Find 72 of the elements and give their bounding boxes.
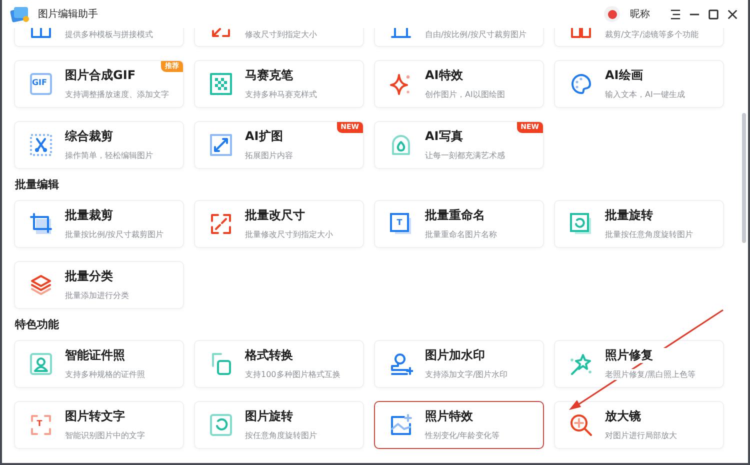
feature-card[interactable]: 批量改尺寸 批量修改尺寸到指定大小 xyxy=(194,200,364,248)
feature-description: 操作简单，轻松编辑图片 xyxy=(65,150,153,161)
feature-description: 批量重命名图片名称 xyxy=(425,229,497,240)
feature-card[interactable]: T 批量重命名 批量重命名图片名称 xyxy=(374,200,544,248)
palette-icon xyxy=(569,72,593,96)
feature-card[interactable]: 照片修复 老照片修复/黑白照上色等 xyxy=(554,340,724,388)
feature-description: 智能识别图片中的文字 xyxy=(65,430,145,441)
layers-icon xyxy=(29,273,53,297)
collage-icon xyxy=(29,28,53,38)
avatar[interactable] xyxy=(604,6,620,22)
scissors-icon xyxy=(29,133,53,157)
feature-description: 输入文本，AI一键生成 xyxy=(605,89,685,100)
feature-card[interactable]: 照片特效 性别变化/年龄变化等 xyxy=(374,401,544,449)
window-title: 图片编辑助手 xyxy=(38,8,98,21)
maximize-icon[interactable] xyxy=(708,8,719,20)
resize-icon xyxy=(209,212,233,236)
close-icon[interactable] xyxy=(727,8,738,20)
feature-description: 对图片进行局部放大 xyxy=(605,430,677,441)
stamp-icon xyxy=(389,352,413,376)
feature-description: 批量按任意角度旋转图片 xyxy=(605,229,693,240)
feature-description: 批量添加进行分类 xyxy=(65,290,129,301)
feature-card[interactable]: AI绘画 输入文本，AI一键生成 xyxy=(554,60,724,108)
feature-description: 提供多种模板与拼接模式 xyxy=(65,29,153,40)
expand-icon xyxy=(209,133,233,157)
section-heading: 批量编辑 xyxy=(15,177,60,192)
feature-description: 支持多种马赛克样式 xyxy=(245,89,317,100)
image-icon xyxy=(389,413,413,437)
feature-card[interactable]: 图片旋转 按任意角度旋转图片 xyxy=(194,401,364,449)
scrollbar[interactable] xyxy=(742,113,746,243)
crop-icon xyxy=(29,212,53,236)
menu-icon[interactable] xyxy=(670,8,681,20)
feature-description: 批量按比例/按尺寸裁剪图片 xyxy=(65,229,164,240)
filter-icon xyxy=(569,28,593,38)
feature-card[interactable]: 放大镜 对图片进行局部放大 xyxy=(554,401,724,449)
resize-icon xyxy=(209,28,233,38)
feature-description: 老照片修复/黑白照上色等 xyxy=(605,369,696,380)
feature-card[interactable]: 综合裁剪 操作简单，轻松编辑图片 xyxy=(14,121,184,169)
rotate-icon xyxy=(569,212,593,236)
person-icon xyxy=(29,352,53,376)
feature-description: 支持多种规格的证件照 xyxy=(65,369,145,380)
feature-description: 性别变化/年龄变化等 xyxy=(425,430,500,441)
feature-description: 支持100多种图片格式互换 xyxy=(245,369,340,380)
feature-description: 支持调整播放速度、添加文字 xyxy=(65,89,169,100)
feature-card[interactable]: AI特效 创作图片，AI以图绘图 xyxy=(374,60,544,108)
feature-description: 裁剪/文字/滤镜等多个功能 xyxy=(605,29,698,40)
feature-description: 自由/按比例/按尺寸裁剪图片 xyxy=(425,29,526,40)
feature-description: 拓展图片内容 xyxy=(245,150,293,161)
feature-card[interactable]: 批量分类 批量添加进行分类 xyxy=(14,261,184,309)
portrait-icon xyxy=(389,133,413,157)
convert-icon xyxy=(209,352,233,376)
section-heading: 特色功能 xyxy=(15,317,60,332)
feature-card[interactable]: T 图片转文字 智能识别图片中的文字 xyxy=(14,401,184,449)
feature-card[interactable]: 马赛克笔 支持多种马赛克样式 xyxy=(194,60,364,108)
feature-description: 支持添加文字/图片水印 xyxy=(425,369,508,380)
feature-description: 批量修改尺寸到指定大小 xyxy=(245,229,333,240)
user-name[interactable]: 昵称 xyxy=(630,7,650,21)
gif-icon: GIF xyxy=(29,72,53,96)
feature-card[interactable]: 批量裁剪 批量按比例/按尺寸裁剪图片 xyxy=(14,200,184,248)
rotate-icon xyxy=(209,413,233,437)
feature-card[interactable]: 格式转换 支持100多种图片格式互换 xyxy=(194,340,364,388)
mosaic-icon xyxy=(209,72,233,96)
feature-card[interactable]: 批量旋转 批量按任意角度旋转图片 xyxy=(554,200,724,248)
feature-description: 按任意角度旋转图片 xyxy=(245,430,317,441)
feature-description: 创作图片，AI以图绘图 xyxy=(425,89,505,100)
crop-icon xyxy=(389,28,413,38)
feature-description: 修改尺寸到指定大小 xyxy=(245,29,317,40)
feature-card[interactable]: 智能证件照 支持多种规格的证件照 xyxy=(14,340,184,388)
zoom-icon xyxy=(569,413,593,437)
feature-description: 让每一刻都充满艺术感 xyxy=(425,150,505,161)
feature-card[interactable]: 图片加水印 支持添加文字/图片水印 xyxy=(374,340,544,388)
magic-wand-icon xyxy=(569,352,593,376)
app-logo-icon xyxy=(10,5,30,23)
